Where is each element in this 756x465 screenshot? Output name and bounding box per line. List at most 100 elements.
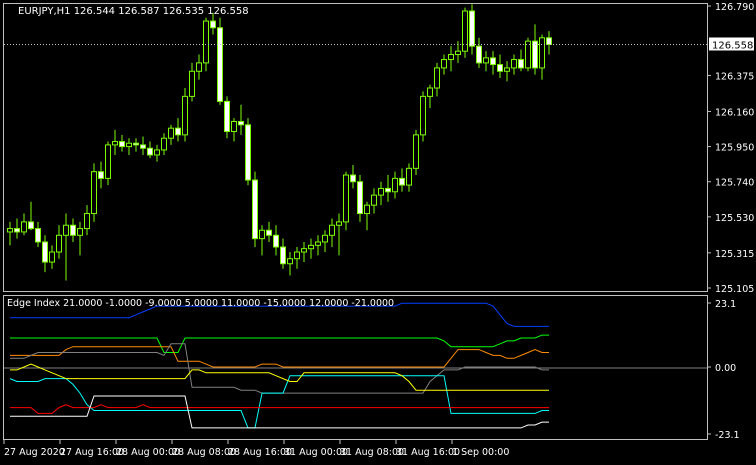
candle-body [434, 67, 440, 89]
candle-body [210, 20, 216, 29]
candle-body [126, 142, 132, 148]
time-tick-label: 31 Aug 16:00 [396, 447, 460, 458]
candle [308, 238, 314, 259]
indicator-label: Edge Index 21.0000 -1.0000 -9.0000 5.000… [7, 298, 394, 309]
time-tick-label: 31 Aug 08:00 [340, 447, 404, 458]
indicator-tick-label: 0.00 [715, 363, 736, 374]
candle-body [98, 171, 104, 179]
price-tick-label: 125.530 [715, 213, 754, 224]
candle [518, 49, 524, 72]
candle [329, 218, 335, 247]
candle [7, 221, 13, 246]
candle [273, 225, 279, 256]
time-axis: 27 Aug 202027 Aug 16:0028 Aug 00:0028 Au… [3, 440, 509, 458]
candle-body [455, 50, 461, 56]
candle-body [385, 187, 391, 193]
candle [182, 88, 188, 142]
time-tick-label: 27 Aug 2020 [4, 447, 65, 458]
candle-body [140, 144, 146, 149]
candle-body [378, 187, 384, 196]
candle [476, 37, 482, 68]
candle-body [91, 171, 97, 215]
indicator-series-line [10, 346, 549, 368]
candle [196, 54, 202, 80]
candle-body [343, 174, 349, 223]
candle-body [448, 54, 454, 61]
candle-body [441, 59, 447, 69]
candle [490, 51, 496, 75]
candle [112, 129, 118, 155]
candle [126, 138, 132, 155]
candle [91, 163, 97, 222]
candle [63, 213, 69, 281]
candle-body [154, 149, 160, 156]
candle-body [329, 224, 335, 236]
candle [154, 144, 160, 162]
candle [245, 118, 251, 186]
candle-body [518, 59, 524, 69]
candle [441, 54, 447, 75]
candle-body [63, 224, 69, 236]
candle-body [217, 27, 223, 102]
candle-body [462, 10, 468, 52]
candle-body [364, 204, 370, 215]
candle-body [490, 57, 496, 66]
price-tick-label: 125.105 [715, 284, 754, 295]
candle [217, 17, 223, 105]
candle [49, 245, 55, 269]
candle-body [7, 228, 13, 233]
candle-body [371, 194, 377, 206]
candle-body [322, 234, 328, 243]
price-tick-label: 125.950 [715, 143, 754, 154]
candle-body [175, 127, 181, 136]
candle-body [476, 45, 482, 64]
candle [133, 138, 139, 152]
candle [413, 129, 419, 176]
candle [322, 230, 328, 253]
candle [14, 218, 20, 239]
indicator-series-line [10, 395, 549, 429]
indicator-tick-label: 23.1 [715, 299, 736, 310]
candle [70, 218, 76, 242]
candle-body [294, 251, 300, 260]
candle [350, 164, 356, 189]
candle-body [21, 221, 27, 233]
candlestick-series [7, 4, 552, 281]
candle-body [511, 59, 517, 69]
candle-body [224, 100, 230, 133]
candle-body [483, 57, 489, 64]
candle-body [42, 241, 48, 263]
candle-body [350, 174, 356, 183]
indicator-value-axis: 23.1 0.00 -23.1 [707, 299, 740, 441]
candle-body [112, 141, 118, 146]
candle-body [49, 251, 55, 263]
price-tick-label: 125.315 [715, 249, 754, 260]
candle [252, 171, 258, 247]
candle-body [28, 221, 34, 230]
candle-body [231, 120, 237, 133]
candle [56, 225, 62, 259]
candle-body [84, 213, 90, 230]
symbol-header: EURJPY,H1 126.544 126.587 126.535 126.55… [18, 6, 249, 17]
candle [343, 171, 349, 231]
candle-body [133, 142, 139, 146]
chart-window[interactable]: 126.790 126.375 126.160 125.950 125.740 125.5… [0, 0, 756, 461]
candle [42, 235, 48, 273]
candle-body [35, 228, 41, 243]
candle-body [203, 20, 209, 64]
candle-body [336, 221, 342, 226]
candle-body [266, 229, 272, 236]
current-price-label: 126.558 [712, 40, 753, 51]
candle-body [546, 37, 552, 45]
candle-body [280, 246, 286, 265]
chart-canvas[interactable]: 126.790 126.375 126.160 125.950 125.740 125.5… [0, 0, 756, 461]
candle-body [392, 177, 398, 193]
price-tick-label: 125.740 [715, 178, 754, 189]
indicator-lines [9, 302, 549, 429]
time-tick-label: 28 Aug 00:00 [116, 447, 180, 458]
candle [280, 238, 286, 269]
candle-body [315, 241, 321, 246]
candle [231, 118, 237, 142]
candle [336, 213, 342, 256]
candle [259, 225, 265, 256]
